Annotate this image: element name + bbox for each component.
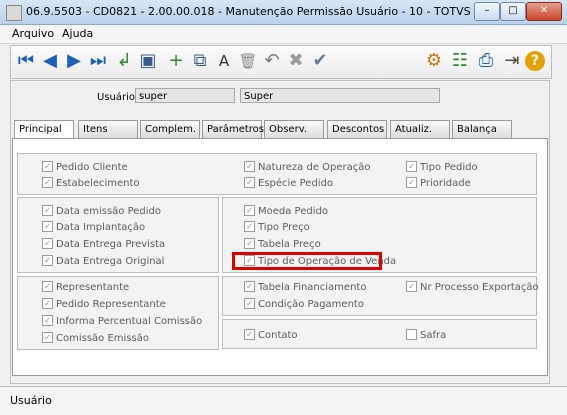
confirm-icon[interactable]: ✔ [309, 50, 331, 72]
title-bar: 06.9.5503 - CD0821 - 2.00.00.018 - Manut… [0, 0, 567, 25]
edit-record-icon[interactable]: A [213, 50, 235, 72]
check-icon: ✓ [42, 254, 53, 266]
settings-icon[interactable]: ⚙ [423, 50, 445, 72]
close-button[interactable]: ✕ [526, 2, 562, 21]
checkbox-percentual-comissao[interactable]: ✓ Informa Percentual Comissão [42, 314, 202, 328]
goto-icon[interactable]: ↲ [113, 50, 135, 72]
last-record-icon[interactable]: ⏭ [87, 50, 109, 72]
checkbox-data-entrega-prevista[interactable]: ✓ Data Entrega Prevista [42, 237, 165, 251]
tab-parametros[interactable]: Parâmetros [202, 120, 264, 138]
print-icon[interactable]: ⎙ [475, 50, 497, 72]
checkbox-data-entrega-original[interactable]: ✓ Data Entrega Original [42, 254, 164, 268]
tab-complem[interactable]: Complem. [140, 120, 200, 138]
next-record-icon[interactable]: ▶ [63, 50, 85, 72]
help-icon[interactable]: ? [525, 51, 545, 71]
checkbox-nr-processo-exportacao[interactable]: ✓ Nr Processo Exportação [406, 280, 539, 294]
checkbox-data-implantacao[interactable]: ✓ Data Implantação [42, 220, 145, 234]
checkbox-pedido-cliente[interactable]: ✓ Pedido Cliente [42, 160, 128, 174]
tab-observ[interactable]: Observ. [264, 120, 324, 138]
check-icon: ✓ [244, 176, 255, 188]
check-icon: ✓ [406, 280, 417, 292]
checkbox-pedido-representante[interactable]: ✓ Pedido Representante [42, 297, 166, 311]
app-window: 06.9.5503 - CD0821 - 2.00.00.018 - Manut… [0, 0, 567, 415]
undo-icon[interactable]: ↶ [261, 50, 283, 72]
check-icon: ✓ [42, 160, 53, 172]
checkbox-condicao-pagamento[interactable]: ✓ Condição Pagamento [244, 297, 364, 311]
user-label: Usuário: [97, 92, 139, 103]
highlight-box [232, 252, 382, 270]
check-icon: ✓ [42, 331, 53, 343]
checkbox-estabelecimento[interactable]: ✓ Estabelecimento [42, 176, 140, 190]
check-icon: ✓ [244, 297, 255, 309]
user-code-field[interactable]: super [135, 88, 235, 103]
check-icon: ✓ [244, 237, 255, 249]
tab-principal[interactable]: Principal [14, 120, 74, 139]
status-text: Usuário [10, 394, 52, 407]
toolbar: ⏮ ◀ ▶ ⏭ ↲ ▣ + ⧉ A 🗑 ↶ ✖ ✔ ⚙ ☷ ⎙ ⇥ ? [10, 45, 552, 79]
tab-atualiz[interactable]: Atualiz. [390, 120, 450, 138]
tab-balanca[interactable]: Balança [452, 120, 512, 138]
tree-icon[interactable]: ☷ [449, 50, 471, 72]
checkbox-moeda-pedido[interactable]: ✓ Moeda Pedido [244, 204, 328, 218]
exit-icon[interactable]: ⇥ [501, 50, 523, 72]
check-icon: ✓ [244, 328, 255, 340]
check-icon: ✓ [42, 237, 53, 249]
check-icon: ✓ [406, 160, 417, 172]
delete-record-icon[interactable]: 🗑 [237, 50, 259, 72]
check-icon: ✓ [244, 160, 255, 172]
checkbox-tipo-pedido[interactable]: ✓ Tipo Pedido [406, 160, 478, 174]
check-icon: ✓ [42, 297, 53, 309]
minimize-button[interactable]: – [474, 2, 500, 21]
menu-bar: Arquivo Ajuda [0, 25, 567, 44]
cancel-icon[interactable]: ✖ [285, 50, 307, 72]
copy-record-icon[interactable]: ⧉ [189, 50, 211, 72]
checkbox-contato[interactable]: ✓ Contato [244, 328, 298, 342]
tab-itens[interactable]: Itens [78, 120, 138, 138]
previous-record-icon[interactable]: ◀ [39, 50, 61, 72]
checkbox-especie-pedido[interactable]: ✓ Espécie Pedido [244, 176, 333, 190]
tab-descontos[interactable]: Descontos [327, 120, 387, 138]
status-bar: Usuário [0, 386, 567, 415]
check-icon: ✓ [42, 314, 53, 326]
check-icon: ✓ [244, 204, 255, 216]
check-icon: ✓ [42, 220, 53, 232]
search-icon[interactable]: ▣ [137, 50, 159, 72]
check-icon: ✓ [406, 176, 417, 188]
menu-ajuda[interactable]: Ajuda [62, 27, 93, 40]
checkbox-comissao-emissao[interactable]: ✓ Comissão Emissão [42, 331, 149, 345]
first-record-icon[interactable]: ⏮ [15, 50, 37, 72]
checkbox-prioridade[interactable]: ✓ Prioridade [406, 176, 471, 190]
checkbox-tabela-preco[interactable]: ✓ Tabela Preço [244, 237, 321, 251]
check-icon: ✓ [42, 204, 53, 216]
checkbox-safra[interactable]: Safra [406, 328, 446, 342]
menu-arquivo[interactable]: Arquivo [12, 27, 54, 40]
check-icon: ✓ [244, 220, 255, 232]
new-record-icon[interactable]: + [165, 50, 187, 72]
checkbox-tipo-preco[interactable]: ✓ Tipo Preço [244, 220, 310, 234]
checkbox-tabela-financiamento[interactable]: ✓ Tabela Financiamento [244, 280, 366, 294]
check-icon: ✓ [42, 176, 53, 188]
check-icon: ✓ [244, 280, 255, 292]
checkbox-natureza-operacao[interactable]: ✓ Natureza de Operação [244, 160, 371, 174]
user-name-field[interactable]: Super [240, 88, 440, 103]
checkbox-data-emissao[interactable]: ✓ Data emissão Pedido [42, 204, 161, 218]
app-icon [6, 5, 22, 21]
maximize-button[interactable]: □ [500, 2, 526, 21]
check-icon: ✓ [42, 280, 53, 292]
checkbox-representante[interactable]: ✓ Representante [42, 280, 129, 294]
